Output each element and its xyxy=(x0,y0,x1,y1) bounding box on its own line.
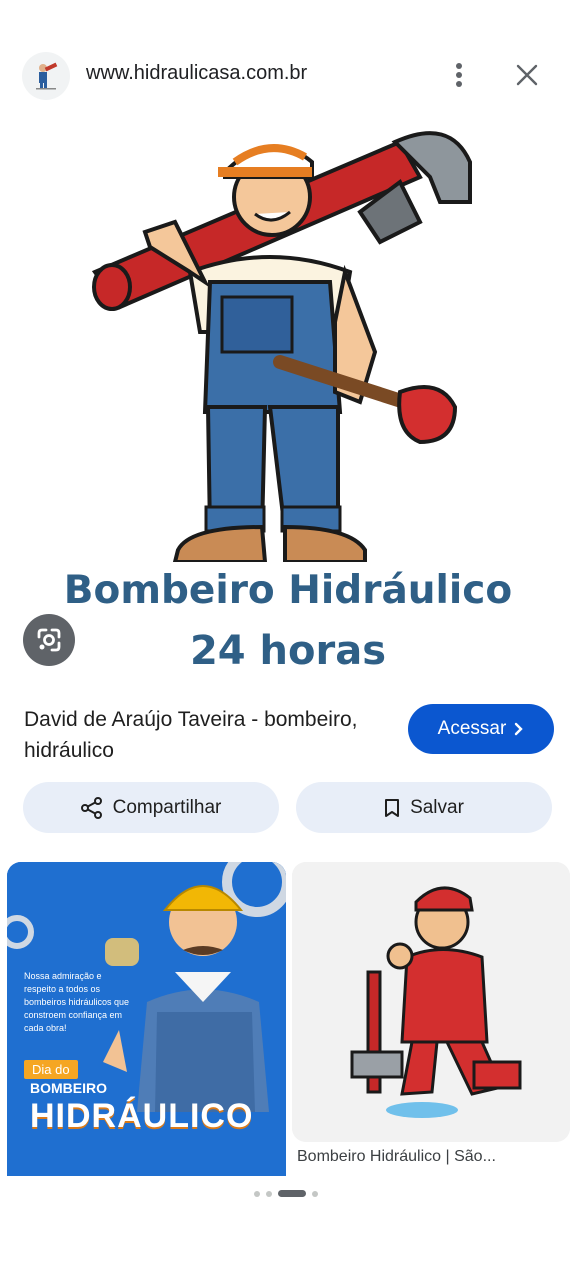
page-dot-active[interactable] xyxy=(278,1190,306,1197)
visit-button[interactable]: Acessar xyxy=(408,704,554,754)
visit-button-label: Acessar xyxy=(437,718,507,739)
related-1-bold2: HIDRÁULICO xyxy=(30,1097,254,1135)
share-label: Compartilhar xyxy=(112,796,222,818)
site-url[interactable]: www.hidraulicasa.com.br xyxy=(86,62,307,85)
close-button[interactable] xyxy=(508,56,546,94)
hero-title-line2: 24 horas xyxy=(189,628,387,674)
more-vert-icon xyxy=(456,63,462,87)
close-icon xyxy=(516,64,538,86)
related-1-tag: Dia do xyxy=(24,1060,78,1079)
plumber-illustration xyxy=(91,131,472,562)
google-lens-button[interactable] xyxy=(23,614,75,666)
related-1-small-text: Nossa admiração e respeito a todos os bo… xyxy=(24,971,130,1033)
chevron-right-icon xyxy=(515,722,524,736)
share-icon xyxy=(80,796,102,819)
page-dot[interactable] xyxy=(312,1190,318,1197)
hero-title-line1: Bombeiro Hidráulico xyxy=(63,568,513,613)
plumber-red-illustration xyxy=(292,862,570,1142)
pagination-dots xyxy=(254,1190,318,1197)
page-dot[interactable] xyxy=(266,1190,272,1197)
related-2-title[interactable]: Bombeiro Hidráulico | São... xyxy=(297,1148,496,1166)
page-dot[interactable] xyxy=(254,1190,260,1197)
share-button[interactable]: Compartilhar xyxy=(23,782,279,833)
image-caption[interactable]: David de Araújo Taveira - bombeiro, hidr… xyxy=(24,704,384,766)
google-lens-icon xyxy=(37,628,61,652)
plumber-logo-icon xyxy=(36,62,58,90)
bookmark-icon xyxy=(385,798,400,817)
related-image-2[interactable] xyxy=(292,862,570,1142)
more-options-button[interactable] xyxy=(442,56,476,94)
site-favicon[interactable] xyxy=(22,52,70,100)
main-image[interactable]: Bombeiro Hidráulico 24 horas xyxy=(0,122,576,682)
save-label: Salvar xyxy=(410,796,464,818)
save-button[interactable]: Salvar xyxy=(296,782,552,833)
related-1-bold1: BOMBEIRO xyxy=(30,1080,107,1096)
